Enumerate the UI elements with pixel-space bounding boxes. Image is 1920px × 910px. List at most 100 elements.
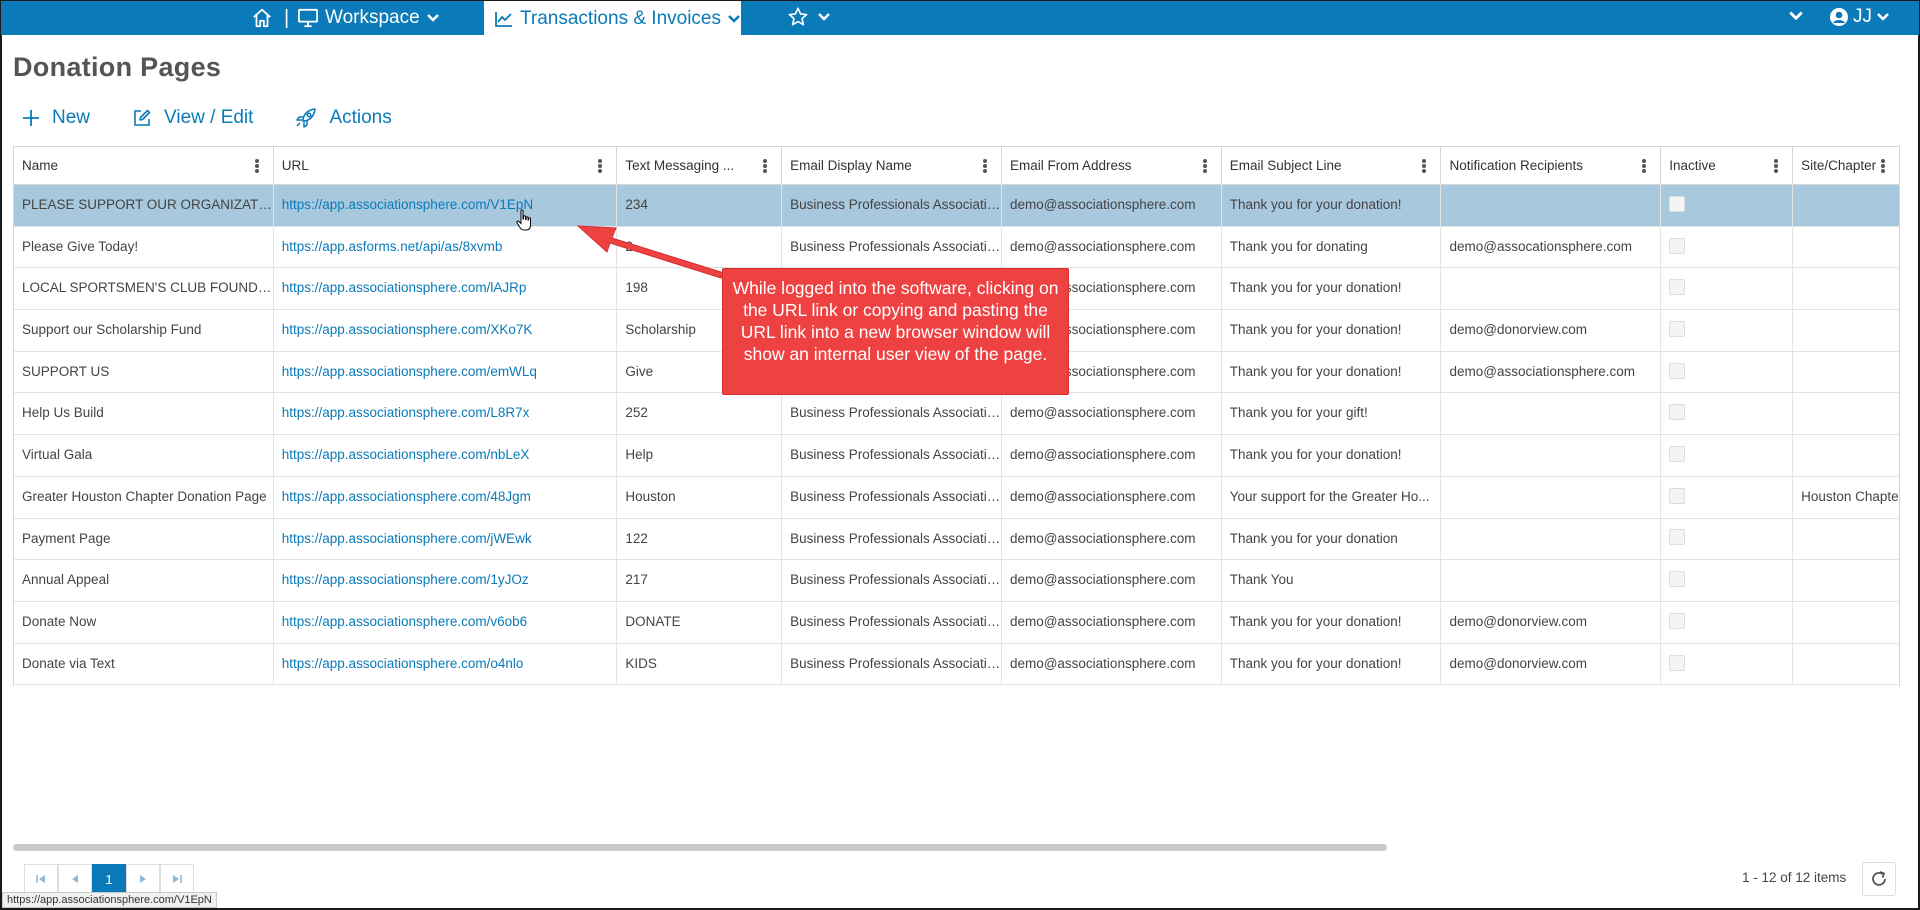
col-inactive-header[interactable]: Inactive <box>1661 147 1794 185</box>
col-url-header[interactable]: URL <box>274 147 618 185</box>
table-row[interactable]: Payment Page https://app.associationspher… <box>14 518 1899 561</box>
col-url-cell[interactable]: https://app.associationsphere.com/o4nlo <box>274 643 618 685</box>
column-header-label: Notification Recipients <box>1449 158 1584 173</box>
col-inactive-cell <box>1661 643 1794 685</box>
col-url-cell[interactable]: https://app.associationsphere.com/emWLq <box>274 351 618 393</box>
page-number-button[interactable]: 1 <box>92 864 126 894</box>
col-email-display-name-cell: Business Professionals Association <box>782 185 1002 226</box>
view-edit-button[interactable]: View / Edit <box>132 107 253 129</box>
col-url-cell[interactable]: https://app.associationsphere.com/nbLeX <box>274 435 618 476</box>
col-text-messaging-cell: 252 <box>617 393 783 435</box>
col-text-messaging-cell: Houston <box>617 476 783 518</box>
nav-separator: | <box>284 7 290 29</box>
horizontal-scrollbar[interactable] <box>13 844 1387 851</box>
inactive-checkbox[interactable] <box>1669 404 1686 421</box>
next-page-button[interactable] <box>126 864 160 894</box>
col-email-display-name-cell: Business Professionals Association <box>782 435 1002 476</box>
workspace-menu[interactable]: Workspace <box>297 6 440 30</box>
col-url-cell[interactable]: https://app.associationsphere.com/L8R7x <box>274 393 618 435</box>
col-site-chapter-cell <box>1793 602 1899 643</box>
refresh-button[interactable] <box>1862 862 1896 896</box>
column-menu-icon[interactable] <box>763 159 768 173</box>
col-url-cell[interactable]: https://app.associationsphere.com/v6ob6 <box>274 601 618 643</box>
inactive-checkbox[interactable] <box>1669 237 1686 254</box>
column-menu-icon[interactable] <box>1202 159 1207 173</box>
column-menu-icon[interactable] <box>1880 159 1885 173</box>
col-site-chapter-header[interactable]: Site/Chapter <box>1793 147 1899 185</box>
new-button[interactable]: New <box>22 107 90 129</box>
inactive-checkbox[interactable] <box>1669 571 1686 588</box>
tab-transactions-invoices[interactable]: Transactions & Invoices <box>484 1 741 36</box>
table-row[interactable]: Help Us Build https://app.associationsphe… <box>14 393 1899 436</box>
col-email-subject-line-cell: Thank You <box>1222 560 1442 601</box>
col-email-from-address-cell: demo@associationsphere.com <box>1002 185 1222 226</box>
grid-toolbar: New View / Edit Actions <box>22 103 434 133</box>
col-url-cell[interactable]: https://app.associationsphere.com/lAJRp <box>274 268 618 310</box>
col-url-cell[interactable]: https://app.associationsphere.com/48Jgm <box>274 476 618 518</box>
inactive-checkbox[interactable] <box>1669 612 1686 629</box>
col-text-messaging-header[interactable]: Text Messaging ... <box>617 147 783 185</box>
actions-button[interactable]: Actions <box>295 107 392 129</box>
inactive-checkbox[interactable] <box>1669 362 1686 379</box>
col-email-from-address-header[interactable]: Email From Address <box>1002 147 1222 185</box>
plus-icon <box>23 110 39 126</box>
col-text-messaging-cell: KIDS <box>617 643 783 685</box>
user-menu[interactable]: JJ <box>1829 6 1890 28</box>
status-bar-url: https://app.associationsphere.com/V1EpN <box>2 892 217 908</box>
col-name-cell: PLEASE SUPPORT OUR ORGANIZATION <box>14 185 274 226</box>
inactive-checkbox[interactable] <box>1669 529 1686 546</box>
table-row[interactable]: Donate via Text https://app.associationsp… <box>14 643 1899 686</box>
col-notification-recipients-header[interactable]: Notification Recipients <box>1441 147 1662 185</box>
col-email-display-name-header[interactable]: Email Display Name <box>782 147 1002 185</box>
refresh-icon <box>1872 871 1886 886</box>
last-page-button[interactable] <box>160 864 194 894</box>
col-inactive-cell <box>1661 310 1794 351</box>
chevron-down-icon[interactable] <box>1788 9 1804 23</box>
col-email-subject-line-cell: Thank you for your donation! <box>1222 643 1442 685</box>
table-row[interactable]: Virtual Gala https://app.associationspher… <box>14 435 1899 477</box>
table-row[interactable]: Greater Houston Chapter Donation Page htt… <box>14 476 1899 519</box>
column-menu-icon[interactable] <box>1642 159 1647 173</box>
col-url-cell[interactable]: https://app.associationsphere.com/jWEwk <box>274 518 618 560</box>
column-menu-icon[interactable] <box>982 159 987 173</box>
table-row[interactable]: Please Give Today! https://app.asforms.ne… <box>14 226 1899 269</box>
previous-page-icon <box>72 875 78 883</box>
col-inactive-cell <box>1661 518 1794 560</box>
column-header-label: Name <box>22 158 59 173</box>
col-name-cell: Support our Scholarship Fund <box>14 310 274 351</box>
chevron-down-icon <box>1877 13 1889 21</box>
inactive-checkbox[interactable] <box>1669 321 1686 337</box>
home-icon[interactable] <box>251 7 273 29</box>
inactive-checkbox[interactable] <box>1669 195 1686 212</box>
col-inactive-cell <box>1661 435 1794 476</box>
col-email-from-address-cell: demo@associationsphere.com <box>1002 435 1222 476</box>
chevron-down-icon <box>818 13 830 21</box>
col-url-cell[interactable]: https://app.associationsphere.com/XKo7K <box>274 310 618 351</box>
col-url-cell[interactable]: https://app.associationsphere.com/1yJOz <box>274 560 618 601</box>
inactive-checkbox[interactable] <box>1669 654 1686 671</box>
col-name-cell: Greater Houston Chapter Donation Page <box>14 476 274 518</box>
column-menu-icon[interactable] <box>254 159 259 173</box>
table-row[interactable]: PLEASE SUPPORT OUR ORGANIZATION https://a… <box>14 185 1899 227</box>
col-site-chapter-cell <box>1793 310 1899 351</box>
inactive-checkbox[interactable] <box>1669 279 1686 296</box>
col-email-subject-line-header[interactable]: Email Subject Line <box>1222 147 1442 185</box>
first-page-button[interactable] <box>24 864 58 894</box>
column-menu-icon[interactable] <box>1422 159 1427 173</box>
col-url-cell[interactable]: https://app.associationsphere.com/V1EpN <box>274 185 618 226</box>
col-site-chapter-cell: Houston Chapte <box>1801 488 1899 504</box>
col-notification-recipients-cell: demo@donorview.com <box>1441 601 1662 643</box>
inactive-checkbox[interactable] <box>1669 446 1686 463</box>
table-row[interactable]: Annual Appeal https://app.associationsphe… <box>14 560 1899 602</box>
hand-cursor-icon <box>516 209 531 231</box>
col-name-header[interactable]: Name <box>14 147 274 185</box>
column-menu-icon[interactable] <box>598 159 603 173</box>
col-url-cell[interactable]: https://app.asforms.net/api/as/8xvmb <box>274 226 618 268</box>
column-menu-icon[interactable] <box>1774 159 1779 173</box>
table-row[interactable]: Donate Now https://app.associationsphere.… <box>14 601 1899 644</box>
col-notification-recipients-cell <box>1441 518 1662 560</box>
favorites-menu[interactable] <box>787 6 831 28</box>
inactive-checkbox[interactable] <box>1669 487 1686 504</box>
column-header-label: Email Display Name <box>790 158 912 173</box>
previous-page-button[interactable] <box>58 864 92 894</box>
